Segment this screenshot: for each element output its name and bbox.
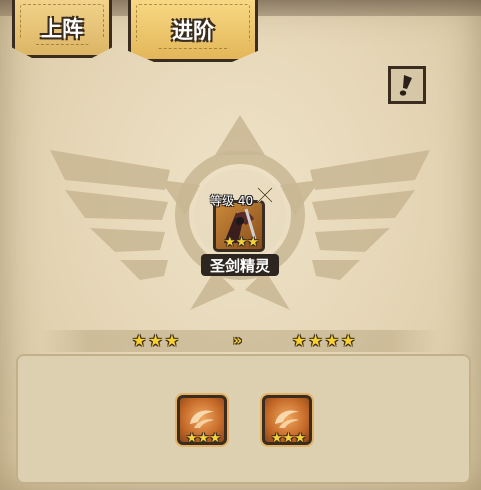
star-icon: ★ [324,331,340,350]
star-icon: ★ [292,331,307,350]
material-stars: ★ ★ ★ [186,432,221,445]
tab-advance[interactable]: 进阶 [128,0,258,62]
star-icon: ★ [209,431,221,446]
star-icon: ★ [247,235,259,250]
tab-stitching [136,4,250,49]
star-icon: ★ [186,431,198,446]
info-button[interactable] [388,66,426,104]
star-icon: ★ [308,331,323,350]
double-arrow-icon: » [233,333,243,349]
star-icon: ★ [224,235,236,250]
star-icon: ★ [235,235,248,250]
current-stars: ★ ★ ★ [132,333,179,349]
material-stars: ★ ★ ★ [271,432,306,445]
hero-level: 等级 40 [210,194,254,208]
crossed-swords-icon [257,187,273,203]
hero-name: 圣剑精灵 [201,254,279,276]
star-icon: ★ [148,331,163,350]
hero-stars: ★ ★ ★ [224,236,259,249]
materials-panel [16,354,471,484]
star-icon: ★ [294,431,306,446]
exclamation-icon [399,75,412,96]
star-icon: ★ [282,431,295,446]
next-stars: ★ ★ ★ ★ [292,333,355,349]
tab-stitching [20,4,104,45]
star-icon: ★ [271,431,283,446]
star-icon: ★ [197,431,210,446]
star-icon: ★ [341,331,356,350]
star-icon: ★ [164,331,180,350]
tab-deploy[interactable]: 上阵 [12,0,112,58]
star-icon: ★ [132,331,147,350]
